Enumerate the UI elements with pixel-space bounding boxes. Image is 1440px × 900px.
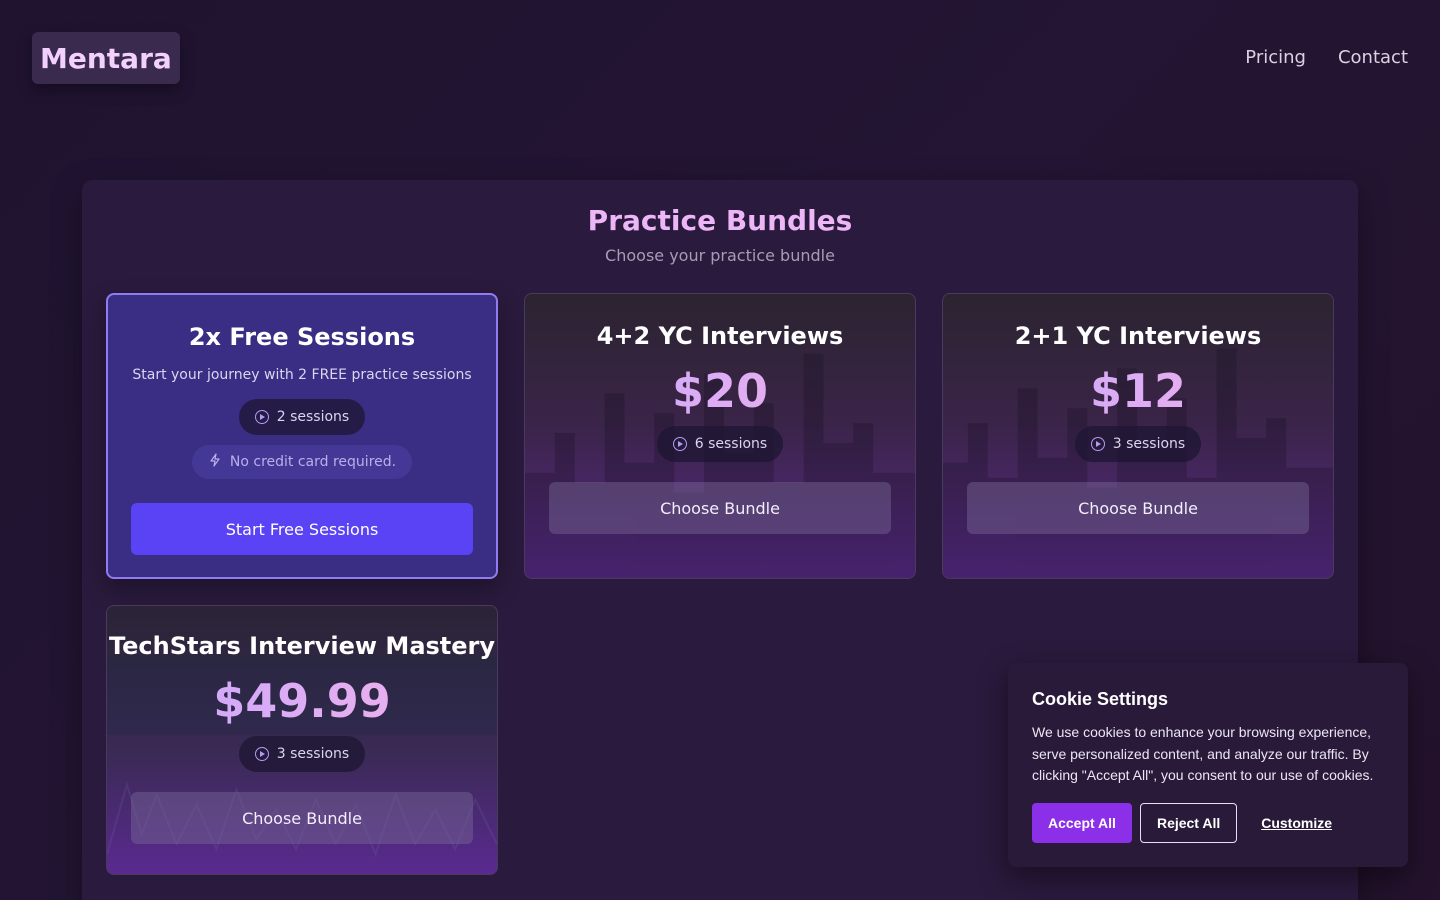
- sessions-badge: 2 sessions: [238, 399, 366, 435]
- card-title: TechStars Interview Mastery: [108, 632, 496, 660]
- sessions-badge: 6 sessions: [656, 426, 784, 462]
- choose-bundle-button[interactable]: Choose Bundle: [131, 792, 473, 844]
- cookie-text: We use cookies to enhance your browsing …: [1032, 724, 1374, 783]
- card-price: $49.99: [107, 674, 497, 728]
- card-title: 2x Free Sessions: [188, 323, 416, 351]
- card-title: 4+2 YC Interviews: [596, 322, 844, 350]
- customize-button[interactable]: Customize: [1245, 803, 1348, 843]
- card-description: Start your journey with 2 FREE practice …: [132, 367, 472, 383]
- play-circle-icon: [1090, 437, 1105, 451]
- no-credit-card-badge: No credit card required.: [191, 445, 413, 479]
- top-nav: Pricing Contact: [1245, 47, 1408, 68]
- card-price: $20: [525, 364, 915, 418]
- sessions-badge: 3 sessions: [1074, 426, 1202, 462]
- no-credit-card-label: No credit card required.: [229, 454, 397, 470]
- bundle-card-yc-2-1: 2+1 YC Interviews $12 3 sessions Choose …: [942, 293, 1334, 579]
- reject-all-button[interactable]: Reject All: [1139, 802, 1238, 843]
- cookie-title: Cookie Settings: [1032, 689, 1169, 709]
- nav-pricing-link[interactable]: Pricing: [1245, 47, 1306, 68]
- bundle-card-yc-4-2: 4+2 YC Interviews $20 6 sessions Choose …: [524, 293, 916, 579]
- card-price: $12: [943, 364, 1333, 418]
- play-circle-icon: [254, 747, 269, 761]
- choose-bundle-button[interactable]: Choose Bundle: [549, 482, 891, 534]
- start-free-sessions-button[interactable]: Start Free Sessions: [131, 503, 473, 555]
- play-circle-icon: [254, 410, 269, 424]
- play-circle-icon: [672, 437, 687, 451]
- sessions-label: 2 sessions: [276, 409, 350, 425]
- nav-contact-link[interactable]: Contact: [1338, 47, 1408, 68]
- cookie-banner: Cookie Settings We use cookies to enhanc…: [1008, 663, 1408, 867]
- sessions-badge: 3 sessions: [238, 736, 366, 772]
- section-subtitle: Choose your practice bundle: [605, 246, 835, 265]
- brand-logo[interactable]: Mentara: [32, 32, 180, 84]
- accept-all-button[interactable]: Accept All: [1032, 802, 1132, 843]
- bundle-card-techstars: TechStars Interview Mastery $49.99 3 ses…: [106, 605, 498, 875]
- bundle-card-free: 2x Free Sessions Start your journey with…: [106, 293, 498, 579]
- sessions-label: 6 sessions: [694, 436, 768, 452]
- section-title: Practice Bundles: [587, 204, 853, 237]
- lightning-icon: [208, 453, 222, 471]
- card-title: 2+1 YC Interviews: [1014, 322, 1262, 350]
- cookie-actions: Accept All Reject All Customize: [1032, 802, 1384, 843]
- sessions-label: 3 sessions: [1112, 436, 1186, 452]
- sessions-label: 3 sessions: [276, 746, 350, 762]
- choose-bundle-button[interactable]: Choose Bundle: [967, 482, 1309, 534]
